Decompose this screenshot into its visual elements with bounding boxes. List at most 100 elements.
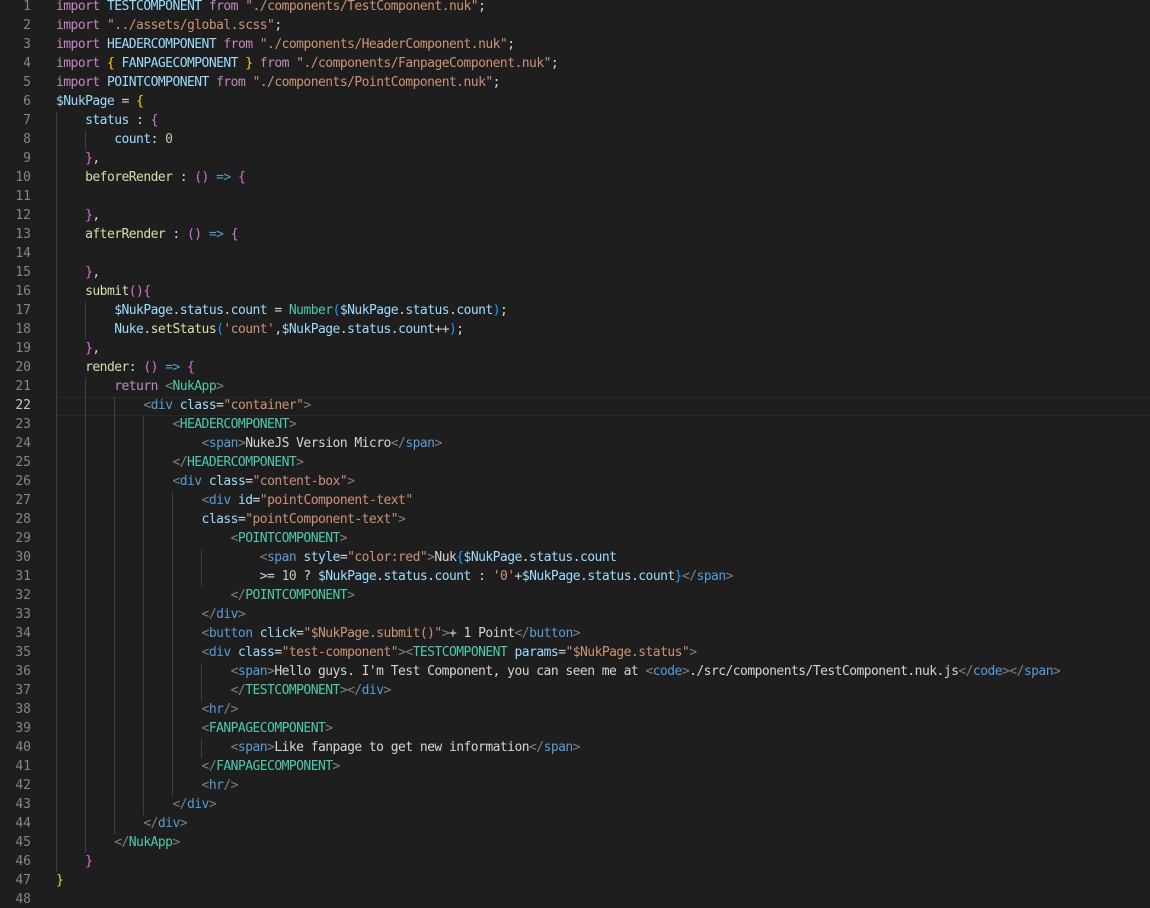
code-token: "test-component" [281,645,399,660]
code-token: > [179,816,188,831]
code-line[interactable]: } [56,853,93,872]
code-line[interactable]: }, [56,264,100,283]
code-line[interactable]: import TESTCOMPONENT from "./components/… [56,0,486,17]
code-line[interactable]: beforeRender : () => { [56,169,246,188]
code-token: count [580,550,617,565]
code-token: = [252,493,261,508]
code-line[interactable]: <hr/> [56,777,239,796]
code-line[interactable]: } [56,872,64,891]
code-line[interactable]: <hr/> [56,701,239,720]
code-line[interactable]: import "../assets/global.scss"; [56,17,282,36]
code-token: status [587,569,631,584]
code-line[interactable]: <FANPAGECOMPONENT> [56,720,334,739]
code-line[interactable]: }, [56,150,100,169]
code-line[interactable]: <button click="$NukPage.submit()">+ 1 Po… [56,625,581,644]
line-number: 24 [15,436,31,451]
code-area[interactable]: import TESTCOMPONENT from "./components/… [56,0,1150,908]
code-line[interactable]: </div> [56,815,187,834]
code-line[interactable]: <span>Hello guys. I'm Test Component, yo… [56,663,1061,682]
code-line[interactable]: submit(){ [56,283,151,302]
code-line[interactable]: return <NukApp> [56,378,224,397]
code-token: = [274,645,282,660]
code-line[interactable]: status : { [56,112,158,131]
code-line[interactable]: <div class="container"> [56,397,311,416]
code-token: </ [172,455,187,470]
code-line[interactable]: class="pointComponent-text"> [56,511,406,530]
code-line[interactable]: <span>Like fanpage to get new informatio… [56,739,581,758]
code-line[interactable]: afterRender : () => { [56,226,238,245]
code-line[interactable]: </HEADERCOMPONENT> [56,454,304,473]
code-token: : [172,170,195,185]
code-token: . [143,322,151,337]
code-token: params [514,645,559,660]
code-token: code [972,664,1003,679]
code-line[interactable]: </NukApp> [56,834,180,853]
code-line[interactable]: </div> [56,606,246,625]
code-token: TESTCOMPONENT [106,0,202,14]
code-token: class [201,512,239,527]
code-line[interactable]: <HEADERCOMPONENT> [56,416,296,435]
code-token: </ [529,740,544,755]
code-token: status [529,550,573,565]
code-token: > [303,398,311,413]
code-token: ./src/components/TestComponent.nuk.js [689,664,959,679]
code-token: } [245,56,253,71]
code-line[interactable]: import POINTCOMPONENT from "./components… [56,74,500,93]
code-line[interactable]: import { FANPAGECOMPONENT } from "./comp… [56,55,559,74]
code-token: < [201,778,210,793]
code-editor[interactable]: 1 2 3 4 5 6 7 8 9 10 11 12 13 14 15 16 17 18 19 20 21 22 23 24 2… [0,0,1150,908]
code-line[interactable]: }, [56,207,100,226]
code-token: span [1023,664,1054,679]
code-token: : [165,227,187,242]
code-line[interactable]: </div> [56,796,216,815]
code-line[interactable]: import HEADERCOMPONENT from "./component… [56,36,515,55]
code-line[interactable]: $NukPage.status.count = Number($NukPage.… [56,302,508,321]
code-line[interactable]: </TESTCOMPONENT></div> [56,682,392,701]
code-line[interactable]: $NukPage = { [56,93,144,112]
code-token: < [201,702,210,717]
code-token: class [237,645,275,660]
line-number: 29 [15,531,31,546]
line-number: 47 [15,873,31,888]
code-token: } [85,854,93,869]
code-line[interactable]: <span style="color:red">Nuk{$NukPage.sta… [56,549,617,568]
code-line[interactable]: <span>NukeJS Version Micro</span> [56,435,443,454]
line-number: 44 [15,816,31,831]
code-line[interactable]: <div class="test-component"><TESTCOMPONE… [56,644,697,663]
code-token: count [434,569,471,584]
code-token: style [303,550,340,565]
code-line[interactable]: </FANPAGECOMPONENT> [56,758,341,777]
code-token: } [56,873,64,888]
code-token: > [296,455,304,470]
code-token: NukeJS Version Micro [245,436,391,451]
code-line[interactable]: count: 0 [56,131,173,150]
code-token: , [92,208,100,223]
code-line[interactable]: </POINTCOMPONENT> [56,587,355,606]
code-token: < [405,645,413,660]
code-token: HEADERCOMPONENT [179,417,290,432]
code-line[interactable]: }, [56,340,100,359]
code-line[interactable]: <div class="content-box"> [56,473,355,492]
code-token: $NukPage [521,569,581,584]
code-token: : [470,569,493,584]
code-line[interactable]: <POINTCOMPONENT> [56,530,348,549]
code-token: , [92,265,100,280]
code-token: /> [223,778,238,793]
code-token: ( [332,303,341,318]
code-line[interactable]: <div id="pointComponent-text" [56,492,414,511]
code-token: </ [390,436,406,451]
code-line[interactable]: render: () => { [56,359,195,378]
code-line[interactable]: Nuke.setStatus('count',$NukPage.status.c… [56,321,464,340]
code-token: count [638,569,675,584]
code-line[interactable]: >= 10 ? $NukPage.status.count : '0'+$Nuk… [56,568,734,587]
